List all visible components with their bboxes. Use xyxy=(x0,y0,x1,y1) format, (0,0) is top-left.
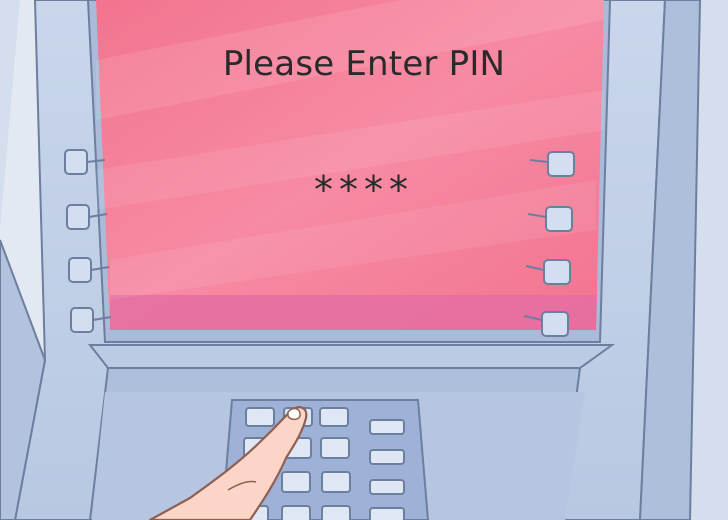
pin-prompt-text: Please Enter PIN xyxy=(222,44,506,84)
pin-mask-display: **** xyxy=(314,168,414,212)
fingernail xyxy=(287,407,301,421)
hand xyxy=(148,406,308,520)
